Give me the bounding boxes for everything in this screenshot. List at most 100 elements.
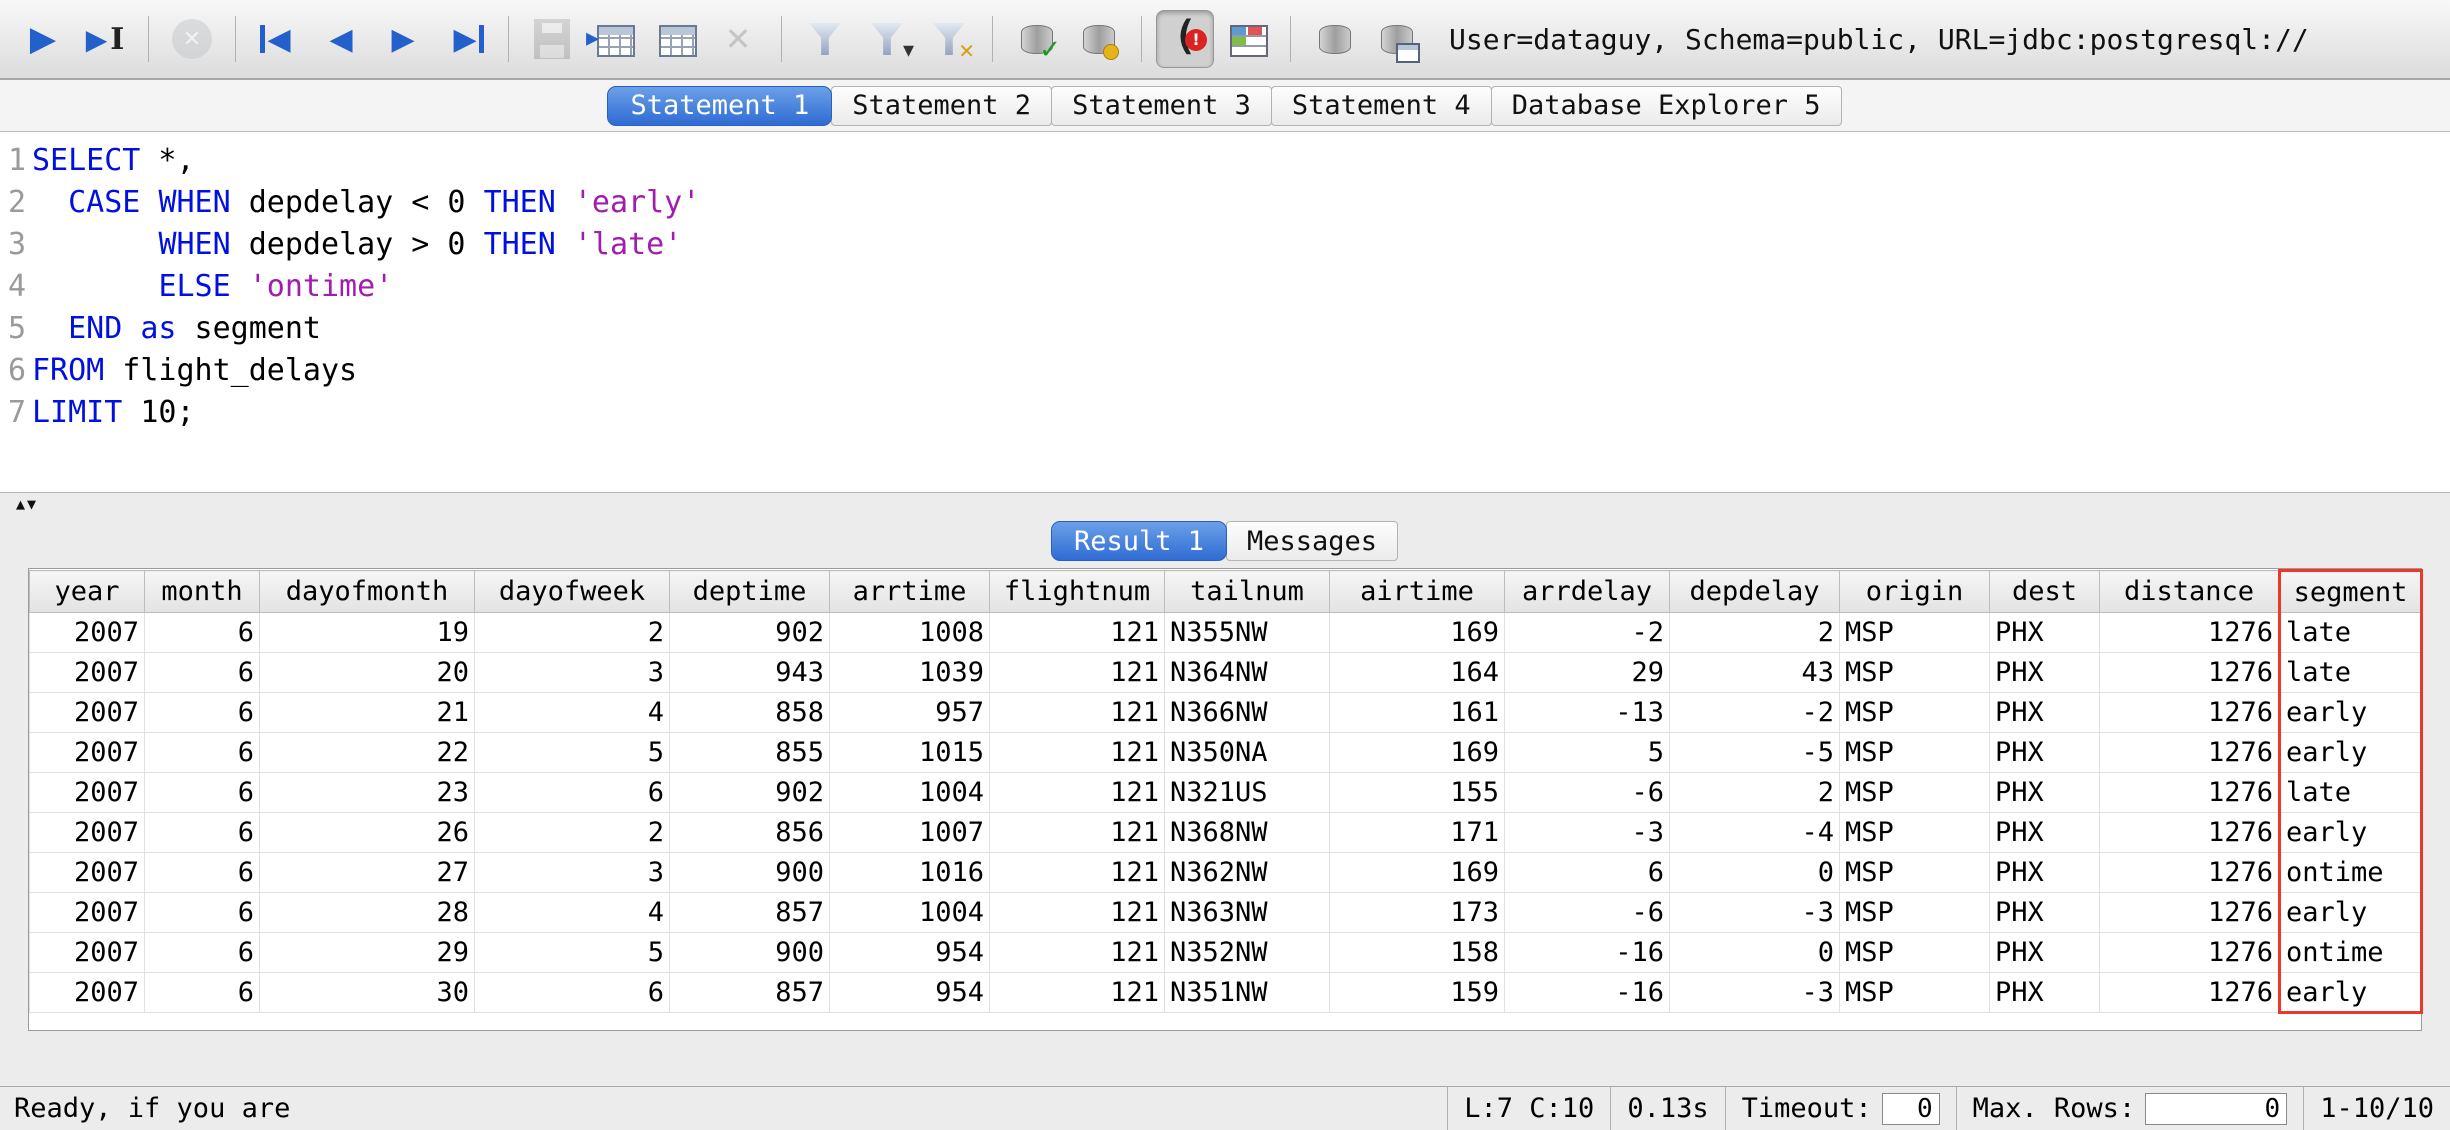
cursor-position: L:7 C:10: [1447, 1087, 1610, 1130]
tab-database-explorer-5[interactable]: Database Explorer 5: [1490, 85, 1842, 126]
table-row[interactable]: 2007 6 22 5 855 1015 121 N350NA 169 5 -5 MSP PHX 1276…: [29, 732, 2423, 773]
line-number: 1: [7, 143, 26, 178]
connection-status-button[interactable]: [1156, 10, 1214, 68]
save-changes-button: [523, 10, 581, 68]
rollback-button[interactable]: [1069, 10, 1127, 68]
last-row-icon: [441, 15, 489, 63]
line-number: 6: [7, 353, 26, 388]
max-rows-input[interactable]: [2145, 1092, 2288, 1125]
col-header-segment[interactable]: segment: [2278, 569, 2423, 613]
col-header-dest[interactable]: dest: [1989, 570, 2100, 613]
col-header-dayofweek[interactable]: dayofweek: [474, 570, 670, 613]
reset-filter-button[interactable]: [920, 10, 978, 68]
toolbar-separator: [148, 16, 149, 62]
code-line: 3 WHEN depdelay > 0 THEN 'late': [0, 224, 2450, 266]
database-button[interactable]: [1305, 10, 1363, 68]
result-tab-bar: Result 1 Messages: [0, 516, 2450, 566]
timeout-input[interactable]: [1881, 1092, 1940, 1125]
tab-statement-2[interactable]: Statement 2: [831, 85, 1053, 126]
execute-statement-button[interactable]: [14, 10, 72, 68]
code-line: 1 SELECT *,: [0, 140, 2450, 182]
col-header-deptime[interactable]: deptime: [669, 570, 830, 613]
code-line: 2 CASE WHEN depdelay < 0 THEN 'early': [0, 182, 2450, 224]
data-pumper-icon: [1223, 15, 1271, 63]
table-row[interactable]: 2007 6 21 4 858 957 121 N366NW 161 -13 -2 MSP PHX 127…: [29, 692, 2423, 733]
rollback-icon: [1074, 15, 1122, 63]
toolbar: User=dataguy, Schema=public, URL=jdbc:po…: [0, 0, 2450, 80]
first-row-button[interactable]: [250, 10, 308, 68]
col-header-month[interactable]: month: [144, 570, 260, 613]
reset-filter-icon: [925, 15, 975, 63]
cancel-statement-icon: [172, 19, 212, 59]
tab-result-1[interactable]: Result 1: [1050, 521, 1227, 561]
col-header-arrtime[interactable]: arrtime: [829, 570, 990, 613]
col-header-dayofmonth[interactable]: dayofmonth: [259, 570, 475, 613]
tab-statement-4[interactable]: Statement 4: [1270, 85, 1492, 126]
max-rows-label: Max. Rows:: [1972, 1093, 2136, 1124]
table-row[interactable]: 2007 6 30 6 857 954 121 N351NW 159 -16 -3 MSP PHX 127…: [29, 972, 2423, 1014]
filter-data-button[interactable]: [796, 10, 854, 68]
database-explorer-button[interactable]: [1367, 10, 1425, 68]
execution-time: 0.13s: [1610, 1087, 1724, 1130]
tab-statement-3[interactable]: Statement 3: [1051, 85, 1272, 126]
table-row[interactable]: 2007 6 23 6 902 1004 121 N321US 155 -6 2 MSP PHX 1276…: [29, 772, 2423, 813]
delete-row-icon: [714, 15, 762, 63]
table-row[interactable]: 2007 6 19 2 902 1008 121 N355NW 169 -2 2 MSP PHX 1276…: [29, 612, 2423, 653]
update-database-button[interactable]: [585, 10, 643, 68]
database-explorer-icon: [1372, 15, 1420, 63]
timeout-label: Timeout:: [1741, 1093, 1872, 1124]
col-header-tailnum[interactable]: tailnum: [1164, 570, 1330, 613]
code-line: 6 FROM flight_delays: [0, 350, 2450, 392]
commit-button[interactable]: [1007, 10, 1065, 68]
line-number: 4: [7, 269, 26, 304]
timeout-section: Timeout:: [1724, 1087, 1956, 1130]
splitter-collapse-icon[interactable]: ▲: [16, 497, 25, 512]
filter-dropdown-button[interactable]: [858, 10, 916, 68]
table-body: 2007 6 19 2 902 1008 121 N355NW 169 -2 2 MSP PHX 1276…: [29, 612, 2423, 1014]
splitter-expand-icon[interactable]: ▼: [27, 497, 36, 512]
line-number: 2: [7, 185, 26, 220]
statement-tab-bar: Statement 1 Statement 2 Statement 3 Stateme…: [0, 80, 2450, 132]
table-row[interactable]: 2007 6 27 3 900 1016 121 N362NW 169 6 0 MSP PHX 1276 o…: [29, 852, 2423, 893]
col-header-arrdelay[interactable]: arrdelay: [1504, 570, 1670, 613]
table-row[interactable]: 2007 6 28 4 857 1004 121 N363NW 173 -6 -3 MSP PHX 127…: [29, 892, 2423, 933]
table-row[interactable]: 2007 6 20 3 943 1039 121 N364NW 164 29 43 MSP PHX 127…: [29, 652, 2423, 693]
next-row-button[interactable]: [374, 10, 432, 68]
previous-row-icon: [317, 15, 365, 63]
col-header-distance[interactable]: distance: [2099, 570, 2280, 613]
cancel-statement-button: [163, 10, 221, 68]
table-header-row: year month dayofmonth dayofweek deptime arrti…: [29, 569, 2423, 613]
result-area: year month dayofmonth dayofweek deptime arrti…: [0, 566, 2450, 1086]
toolbar-separator: [235, 16, 236, 62]
col-header-origin[interactable]: origin: [1839, 570, 1990, 613]
status-message: Ready, if you are: [14, 1093, 291, 1124]
filter-dropdown-icon: [863, 15, 914, 63]
status-bar: Ready, if you are L:7 C:10 0.13s Timeout…: [0, 1086, 2450, 1130]
table-row[interactable]: 2007 6 26 2 856 1007 121 N368NW 171 -3 -4 MSP PHX 127…: [29, 812, 2423, 853]
last-row-button[interactable]: [436, 10, 494, 68]
execute-current-icon: [81, 15, 129, 63]
toolbar-separator: [781, 16, 782, 62]
tab-messages[interactable]: Messages: [1226, 521, 1399, 561]
connection-status-icon: [1161, 15, 1209, 63]
col-header-year[interactable]: year: [29, 570, 145, 613]
delete-row-button: [709, 10, 767, 68]
code-line: 4 ELSE 'ontime': [0, 266, 2450, 308]
sql-editor[interactable]: 1 SELECT *, 2 CASE WHEN depdelay < 0 THEN …: [0, 132, 2450, 492]
insert-row-button[interactable]: [647, 10, 705, 68]
data-pumper-button[interactable]: [1218, 10, 1276, 68]
table-row[interactable]: 2007 6 29 5 900 954 121 N352NW 158 -16 0 MSP PHX 1276…: [29, 932, 2423, 973]
previous-row-button[interactable]: [312, 10, 370, 68]
line-number: 7: [7, 395, 26, 430]
col-header-airtime[interactable]: airtime: [1329, 570, 1505, 613]
col-header-flightnum[interactable]: flightnum: [989, 570, 1165, 613]
col-header-depdelay[interactable]: depdelay: [1669, 570, 1840, 613]
execute-current-button[interactable]: [76, 10, 134, 68]
save-changes-icon: [528, 15, 576, 63]
code-line: 7 LIMIT 10;: [0, 392, 2450, 434]
next-row-icon: [379, 15, 427, 63]
tab-statement-1[interactable]: Statement 1: [607, 85, 833, 126]
splitter[interactable]: ▲ ▼: [0, 492, 2450, 516]
commit-icon: [1012, 15, 1061, 65]
database-icon: [1310, 15, 1358, 63]
